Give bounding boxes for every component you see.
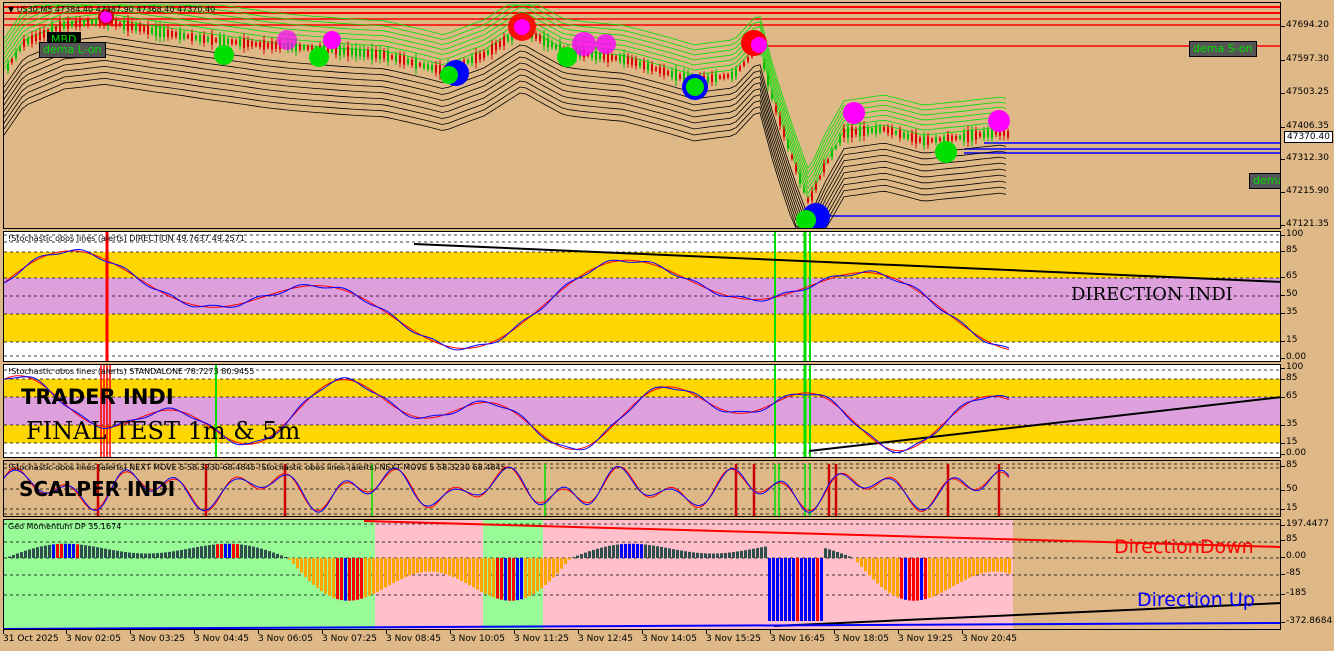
axis-tick: 100	[1280, 229, 1304, 239]
axis-tick: 0.00	[1280, 352, 1307, 362]
time-tick: 3 Nov 11:25	[514, 630, 569, 644]
momentum-pane[interactable]: Geo Momentum DP 35.1674 DirectionDown Di…	[3, 519, 1281, 630]
price-tick: 47121.35	[1281, 219, 1329, 229]
axis-tick: 15	[1280, 437, 1298, 447]
chart-header: ▼ US30,M5 47384.40 47387.90 47368.40 473…	[8, 5, 216, 14]
axis-tick: 197.4477	[1281, 519, 1329, 529]
price-tick: 47312.30	[1281, 153, 1329, 163]
axis-tick: 85	[1280, 245, 1298, 255]
momentum-svg	[4, 520, 1280, 629]
axis-tick: -372.8684	[1280, 616, 1333, 626]
nextmove-pane[interactable]: !Stochastic obos lines (alerts) NEXT MOV…	[3, 460, 1281, 517]
axis-tick: 15	[1280, 335, 1298, 345]
standalone-axis: 100 85 65 35 15 0.00	[1280, 362, 1334, 458]
price-tick: 47597.30	[1281, 54, 1329, 64]
buy-signal-circle	[214, 45, 234, 65]
price-axis: 47694.20 47597.30 47503.25 47406.35 4731…	[1281, 2, 1334, 229]
direction-pane[interactable]: !Stochastic obos lines (alerts) DIRECTIO…	[3, 231, 1281, 362]
axis-tick: 65	[1280, 391, 1298, 401]
axis-tick: 85	[1280, 460, 1298, 470]
time-tick: 3 Nov 14:05	[642, 630, 697, 644]
axis-tick: 35	[1280, 307, 1298, 317]
time-tick: 3 Nov 20:45	[962, 630, 1017, 644]
price-tick: 47215.90	[1281, 186, 1329, 196]
axis-tick: 50	[1280, 484, 1298, 494]
axis-tick: -85	[1281, 568, 1301, 578]
buy-signal-circle	[440, 66, 458, 84]
axis-tick: 15	[1280, 503, 1298, 513]
trader-indi-label: TRADER INDI	[21, 385, 174, 409]
axis-tick: 0.00	[1280, 551, 1307, 561]
axis-tick: 65	[1280, 271, 1298, 281]
axis-tick: 85	[1280, 373, 1298, 383]
sell-signal-circle	[988, 110, 1010, 132]
axis-tick: 50	[1280, 289, 1298, 299]
sell-signal-circle	[751, 37, 767, 53]
buy-signal-circle	[557, 47, 577, 67]
scalper-indi-label: SCALPER INDI	[19, 477, 176, 501]
nextmove-axis: 85 50 15	[1280, 460, 1334, 517]
axis-tick: 85	[1280, 534, 1298, 544]
direction-down-label: DirectionDown	[1114, 536, 1254, 558]
time-tick: 3 Nov 16:45	[770, 630, 825, 644]
price-chart-svg	[4, 4, 1280, 228]
time-tick: 3 Nov 04:45	[194, 630, 249, 644]
time-tick: 3 Nov 19:25	[898, 630, 953, 644]
axis-tick: -185	[1280, 588, 1307, 598]
time-tick: 3 Nov 07:25	[322, 630, 377, 644]
standalone-pane[interactable]: !Stochastic obos lines (alerts) STANDALO…	[3, 364, 1281, 458]
price-tick: 47503.25	[1281, 87, 1329, 97]
time-tick: 3 Nov 08:45	[386, 630, 441, 644]
direction-up-label: Direction Up	[1137, 589, 1255, 611]
time-tick: 3 Nov 15:25	[706, 630, 761, 644]
sell-signal-circle	[277, 30, 297, 50]
direction-axis: 100 85 65 50 35 15 0.00	[1280, 229, 1334, 362]
direction-title: !Stochastic obos lines (alerts) DIRECTIO…	[8, 234, 245, 243]
axis-tick: 35	[1280, 419, 1298, 429]
dema-label: dema	[1249, 173, 1280, 189]
buy-signal-circle	[935, 141, 957, 163]
time-tick: 3 Nov 18:05	[834, 630, 889, 644]
time-tick: 3 Nov 03:25	[130, 630, 185, 644]
price-tick: 47694.20	[1281, 20, 1329, 30]
final-test-label: FINAL TEST 1m & 5m	[26, 417, 301, 445]
direction-indi-label: DIRECTION INDI	[1071, 284, 1233, 305]
standalone-title: !Stochastic obos lines (alerts) STANDALO…	[8, 367, 255, 376]
sell-signal-circle	[514, 19, 530, 35]
dema-l-label: dema L-on	[39, 42, 106, 58]
momentum-title: Geo Momentum DP 35.1674	[8, 522, 122, 531]
momentum-axis: 197.4477 85 0.00 -85 -185 -372.8684	[1280, 519, 1334, 630]
time-tick: 3 Nov 12:45	[578, 630, 633, 644]
axis-tick: 100	[1280, 362, 1304, 372]
sell-signal-circle	[323, 31, 341, 49]
dema-s-label: dema S-on	[1189, 41, 1257, 57]
time-tick: 3 Nov 10:05	[450, 630, 505, 644]
time-axis: 31 Oct 2025 3 Nov 02:05 3 Nov 03:25 3 No…	[0, 630, 1282, 651]
sell-signal-circle	[843, 102, 865, 124]
price-tick: 47406.35	[1281, 121, 1329, 131]
time-tick: 3 Nov 02:05	[66, 630, 121, 644]
time-tick: 3 Nov 06:05	[258, 630, 313, 644]
sell-signal-circle	[596, 34, 616, 54]
axis-tick: 0.00	[1280, 448, 1307, 458]
current-price-badge: 47370.40	[1284, 131, 1333, 143]
buy-signal-circle	[686, 78, 704, 96]
nextmove-title: !Stochastic obos lines (alerts) NEXT MOV…	[8, 463, 506, 472]
price-pane[interactable]: ▼ US30,M5 47384.40 47387.90 47368.40 473…	[3, 2, 1281, 229]
time-tick: 31 Oct 2025	[3, 630, 59, 644]
buy-signal-circle	[309, 47, 329, 67]
